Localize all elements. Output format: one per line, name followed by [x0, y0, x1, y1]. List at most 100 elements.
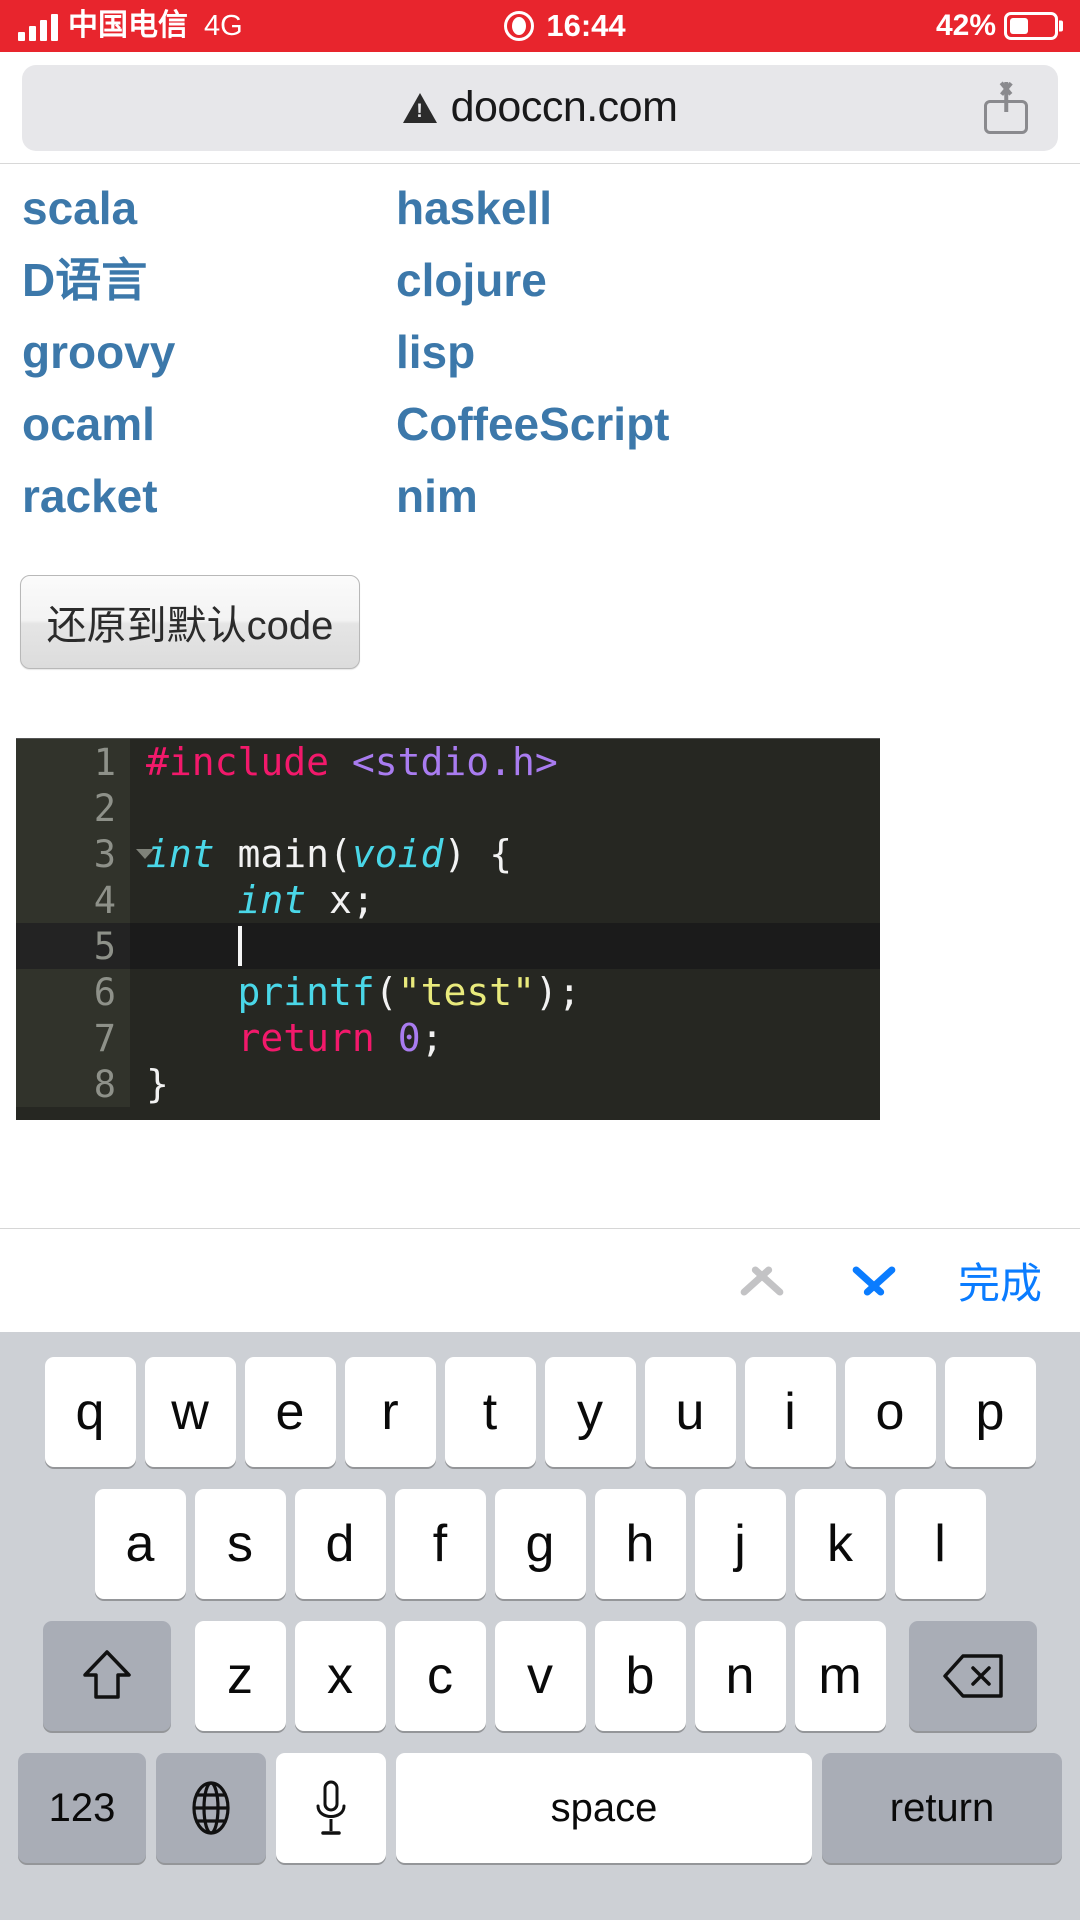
- chevron-up-icon[interactable]: [734, 1253, 790, 1309]
- status-bar: 中国电信 4G 16:44 42%: [0, 0, 1080, 52]
- phone-screen: 中国电信 4G 16:44 42% dooccn.com: [0, 0, 1080, 1920]
- code-token: (: [374, 970, 398, 1014]
- key-q[interactable]: q: [44, 1357, 136, 1467]
- carrier-name: 中国电信: [68, 9, 188, 42]
- chevron-down-icon[interactable]: [846, 1253, 902, 1309]
- code-editor[interactable]: 1 #include <stdio.h> 2 3 int main(void) {4 i…: [16, 738, 880, 1120]
- key-c[interactable]: c: [394, 1621, 486, 1731]
- code-token: "test": [397, 970, 535, 1014]
- code-line[interactable]: 5: [16, 923, 880, 969]
- code-line[interactable]: 4 int x;: [16, 877, 880, 923]
- line-number-gutter: 1: [16, 739, 130, 785]
- numbers-key[interactable]: 123: [18, 1753, 146, 1863]
- key-w[interactable]: w: [144, 1357, 236, 1467]
- key-s[interactable]: s: [194, 1489, 286, 1599]
- key-p[interactable]: p: [944, 1357, 1036, 1467]
- language-link-ocaml[interactable]: ocaml: [22, 398, 396, 450]
- text-cursor: [237, 926, 242, 966]
- key-m[interactable]: m: [794, 1621, 886, 1731]
- key-d[interactable]: d: [294, 1489, 386, 1599]
- language-row: ocaml CoffeeScript: [22, 388, 1080, 460]
- code-token: #include: [146, 740, 352, 784]
- keyboard-row-4: 123 space return: [0, 1742, 1080, 1874]
- status-bar-right: 42%: [750, 9, 1080, 43]
- language-link-racket[interactable]: racket: [22, 470, 396, 522]
- code-token: printf: [237, 970, 375, 1014]
- key-r[interactable]: r: [344, 1357, 436, 1467]
- dictation-key[interactable]: [276, 1753, 386, 1863]
- key-x[interactable]: x: [294, 1621, 386, 1731]
- on-screen-keyboard: qwertyuiop asdfghjkl zxcvbnm 123 space r…: [0, 1332, 1080, 1920]
- insecure-warning-icon: [402, 92, 437, 123]
- record-indicator-icon: [504, 11, 535, 41]
- globe-key[interactable]: [156, 1753, 266, 1863]
- key-j[interactable]: j: [694, 1489, 786, 1599]
- language-link-nim[interactable]: nim: [396, 470, 996, 522]
- code-line[interactable]: 2: [16, 785, 880, 831]
- code-token: void: [351, 832, 444, 876]
- code-line[interactable]: 8}: [16, 1061, 880, 1107]
- language-link-lisp[interactable]: lisp: [396, 326, 996, 378]
- code-token: int: [146, 832, 215, 876]
- line-number-gutter: 2: [16, 785, 130, 831]
- key-k[interactable]: k: [794, 1489, 886, 1599]
- code-line[interactable]: 6 printf("test");: [16, 969, 880, 1015]
- language-link-clojure[interactable]: clojure: [396, 254, 996, 306]
- code-line[interactable]: 3 int main(void) {: [16, 831, 880, 877]
- line-number: 6: [93, 970, 116, 1014]
- key-f[interactable]: f: [394, 1489, 486, 1599]
- web-page-content: scala haskell D语言 clojure groovy lisp oc…: [0, 164, 1080, 1272]
- signal-strength-icon: [18, 13, 58, 41]
- code-token: <stdio.h>: [351, 740, 558, 784]
- code-token: 0: [397, 1016, 421, 1060]
- code-fold-toggle-icon[interactable]: [136, 849, 154, 859]
- key-g[interactable]: g: [494, 1489, 586, 1599]
- key-u[interactable]: u: [644, 1357, 736, 1467]
- backspace-key[interactable]: [909, 1621, 1037, 1731]
- done-button[interactable]: 完成: [958, 1250, 1042, 1311]
- key-e[interactable]: e: [244, 1357, 336, 1467]
- address-bar-content: dooccn.com: [22, 83, 1058, 132]
- line-number-gutter: 7: [16, 1015, 130, 1061]
- language-link-coffeescript[interactable]: CoffeeScript: [396, 398, 996, 450]
- language-link-scala[interactable]: scala: [22, 182, 396, 234]
- shift-key[interactable]: [43, 1621, 171, 1731]
- key-t[interactable]: t: [444, 1357, 536, 1467]
- key-v[interactable]: v: [494, 1621, 586, 1731]
- key-a[interactable]: a: [94, 1489, 186, 1599]
- code-line[interactable]: 1 #include <stdio.h>: [16, 739, 880, 785]
- keyboard-row-3-letters: zxcvbnm: [190, 1621, 890, 1731]
- language-link-d[interactable]: D语言: [22, 254, 396, 306]
- reset-to-default-code-button[interactable]: 还原到默认code: [20, 575, 360, 669]
- space-key[interactable]: space: [396, 1753, 812, 1863]
- language-link-haskell[interactable]: haskell: [396, 182, 996, 234]
- key-h[interactable]: h: [594, 1489, 686, 1599]
- key-n[interactable]: n: [694, 1621, 786, 1731]
- keyboard-row-2: asdfghjkl: [0, 1478, 1080, 1610]
- key-o[interactable]: o: [844, 1357, 936, 1467]
- keyboard-accessory-bar: 完成: [0, 1228, 1080, 1332]
- return-key[interactable]: return: [822, 1753, 1062, 1863]
- line-number-gutter: 6: [16, 969, 130, 1015]
- code-token: main(: [214, 832, 352, 876]
- key-y[interactable]: y: [544, 1357, 636, 1467]
- code-token: ) {: [443, 832, 513, 876]
- code-line[interactable]: 7 return 0;: [16, 1015, 880, 1061]
- language-link-groovy[interactable]: groovy: [22, 326, 396, 378]
- key-l[interactable]: l: [894, 1489, 986, 1599]
- key-i[interactable]: i: [744, 1357, 836, 1467]
- battery-percent: 42%: [935, 9, 996, 42]
- code-token: return: [237, 1016, 375, 1060]
- code-token: );: [534, 970, 581, 1014]
- code-line-text: [130, 923, 880, 969]
- key-z[interactable]: z: [194, 1621, 286, 1731]
- language-link-grid: scala haskell D语言 clojure groovy lisp oc…: [0, 164, 1080, 532]
- key-b[interactable]: b: [594, 1621, 686, 1731]
- code-line-text: printf("test");: [130, 969, 880, 1015]
- code-line-text: int x;: [130, 877, 880, 923]
- address-bar[interactable]: dooccn.com: [22, 64, 1058, 151]
- share-icon[interactable]: [984, 81, 1028, 134]
- line-number-gutter: 4: [16, 877, 130, 923]
